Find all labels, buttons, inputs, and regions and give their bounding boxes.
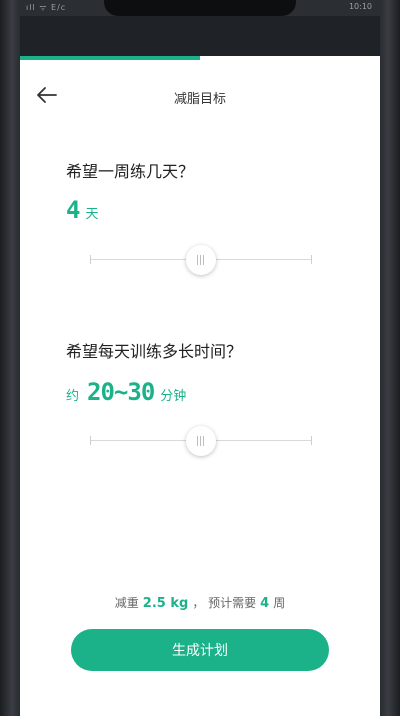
- page-title: 减脂目标: [173, 92, 226, 107]
- duration-slider-thumb[interactable]: [186, 426, 216, 456]
- days-value: 4: [66, 196, 80, 224]
- signal-indicators: ıll ᯤ E/c: [26, 3, 67, 12]
- days-unit: 天: [85, 207, 99, 222]
- grip-line: [203, 255, 204, 265]
- goal-summary: 减重 2.5 kg， 预计需要 4 周: [20, 594, 380, 611]
- grip-line: [200, 255, 201, 265]
- camera-notch: [104, 0, 296, 16]
- days-slider-thumb[interactable]: [186, 245, 216, 275]
- top-dark-band: [20, 16, 380, 56]
- summary-weight: 2.5 kg: [142, 596, 189, 611]
- grip-line: [197, 436, 198, 446]
- summary-weeks: 4: [260, 596, 270, 611]
- days-question: 希望一周练几天？: [66, 162, 195, 181]
- slider-cap-right: [311, 436, 312, 445]
- app-screen: 减脂目标 希望一周练几天？ 4天 希望每天训练多长时间？ 约 20~30 分钟 减重…: [20, 60, 380, 716]
- duration-value-display: 约 20~30 分钟: [66, 378, 186, 406]
- grip-line: [197, 255, 198, 265]
- generate-plan-button[interactable]: 生成计划: [71, 629, 329, 671]
- duration-unit: 分钟: [160, 389, 187, 404]
- duration-prefix: 约: [66, 389, 80, 404]
- grip-line: [203, 436, 204, 446]
- duration-slider[interactable]: [90, 426, 312, 456]
- summary-reduce-label: 减重: [114, 596, 139, 610]
- days-slider[interactable]: [90, 245, 312, 275]
- days-value-display: 4天: [66, 196, 98, 224]
- grip-line: [200, 436, 201, 446]
- duration-value: 20~30: [87, 378, 155, 406]
- slider-cap-right: [311, 255, 312, 264]
- summary-weeks-unit: 周: [273, 596, 286, 610]
- status-time: 10:10: [348, 2, 372, 11]
- slider-cap-left: [90, 436, 91, 445]
- duration-question: 希望每天训练多长时间？: [66, 342, 243, 361]
- summary-estimate-label: ， 预计需要: [192, 596, 257, 610]
- slider-cap-left: [90, 255, 91, 264]
